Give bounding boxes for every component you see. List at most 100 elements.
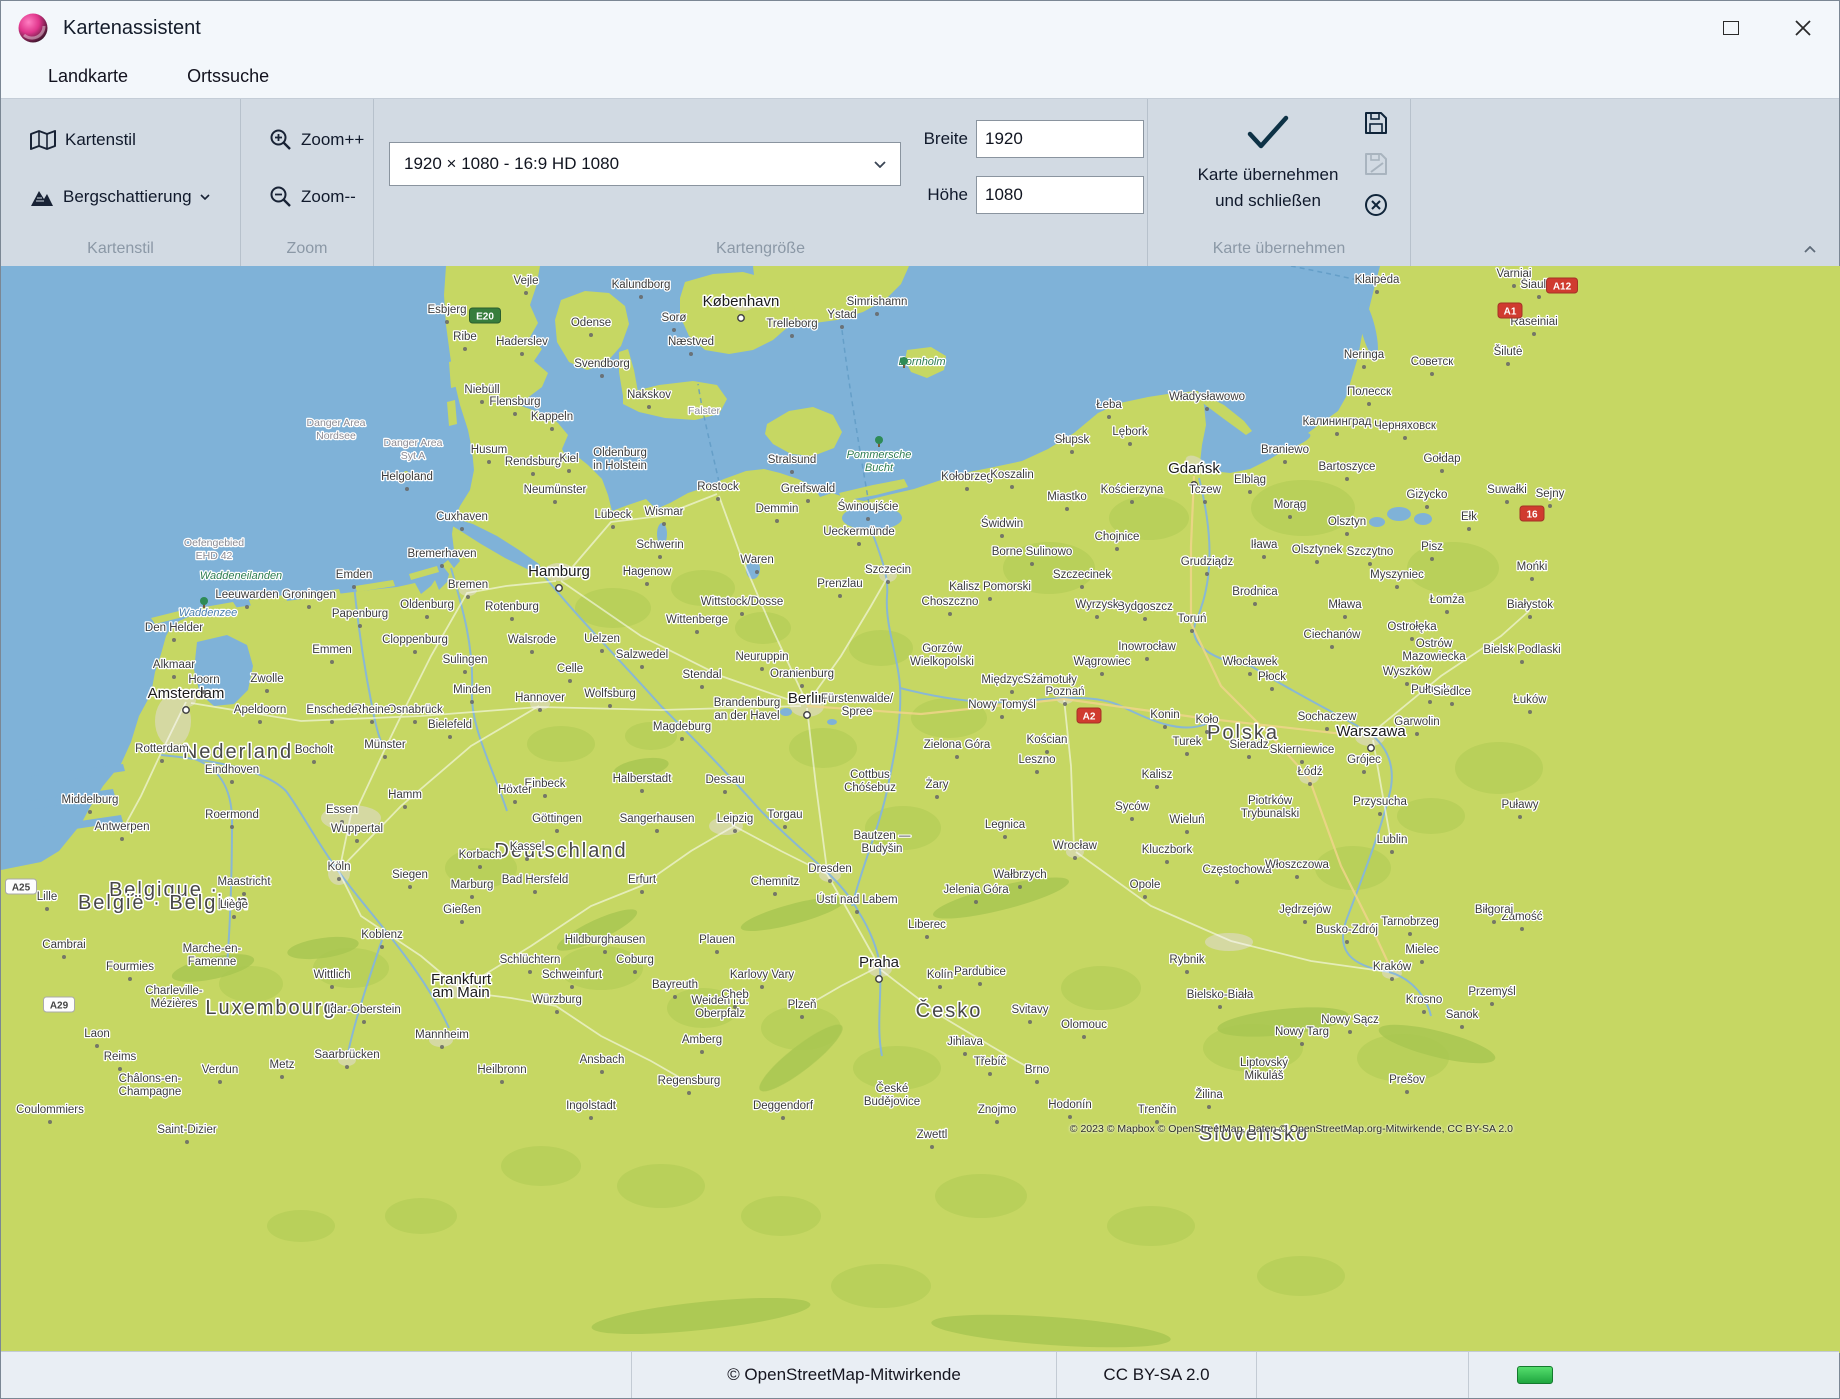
town-dot (1405, 682, 1409, 686)
map-label: Braniewo (1261, 444, 1309, 456)
town-dot (1080, 585, 1084, 589)
town-dot (1190, 629, 1194, 633)
tab-ortssuche[interactable]: Ortssuche (181, 65, 275, 88)
town-dot (172, 675, 176, 679)
town-dot (1063, 702, 1067, 706)
town-dot (48, 1120, 52, 1124)
map-label: Puławy (1501, 799, 1538, 811)
width-input[interactable] (976, 120, 1144, 158)
map-label: Biłgoraj (1475, 904, 1513, 916)
town-dot (1375, 290, 1379, 294)
map-label: Olomouc (1061, 1019, 1107, 1031)
chevron-down-icon (200, 194, 210, 200)
town-dot (857, 542, 861, 546)
town-dot (1408, 932, 1412, 936)
save-as-button[interactable] (1360, 148, 1392, 180)
map-label: Höxter (498, 784, 532, 796)
town-dot (330, 985, 334, 989)
town-dot (1315, 560, 1319, 564)
town-dot (345, 1065, 349, 1069)
map-label: Svitavy (1011, 1004, 1048, 1016)
town-dot (1345, 477, 1349, 481)
map-view[interactable]: DeutschlandPolskaNederlandBelgique ·Belg… (1, 266, 1840, 1353)
map-label: Praha (859, 954, 900, 971)
map-label: Inowrocław (1118, 641, 1176, 653)
town-dot (1430, 557, 1434, 561)
map-label: Mońki (1517, 561, 1548, 573)
town-dot (160, 759, 164, 763)
town-dot (463, 670, 467, 674)
height-input[interactable] (976, 176, 1144, 214)
map-label: Husum (471, 444, 507, 456)
map-label: Eindhoven (205, 764, 259, 776)
map-label: Olsztynek (1292, 544, 1343, 556)
town-dot (1155, 785, 1159, 789)
map-label: Saint-Dizier (157, 1124, 217, 1136)
road-badge-label: E20 (476, 312, 494, 323)
town-dot (470, 700, 474, 704)
zoom-in-button[interactable]: Zoom++ (263, 123, 370, 157)
map-label: Marche-en-Famenne (183, 943, 242, 968)
map-label: Metz (270, 1059, 295, 1071)
town-dot (838, 594, 842, 598)
map-label: Trelleborg (766, 318, 817, 330)
map-label: Brandenburgan der Havel (714, 697, 781, 722)
map-label: Sejny (1536, 488, 1565, 500)
map-label: Saarbrücken (314, 1049, 379, 1061)
town-dot (1035, 1080, 1039, 1084)
map-label: Schweinfurt (542, 969, 603, 981)
map-label: Iława (1251, 539, 1278, 551)
town-dot (500, 1080, 504, 1084)
apply-label: Karte übernehmen und schließen (1198, 162, 1339, 214)
status-attribution: © OpenStreetMap-Mitwirkende (727, 1365, 961, 1385)
save-button[interactable] (1360, 107, 1392, 139)
town-dot (128, 977, 132, 981)
kartenstil-button[interactable]: Kartenstil (23, 123, 142, 157)
bergschattierung-button[interactable]: Bergschattierung (23, 180, 216, 214)
maximize-button[interactable] (1695, 1, 1767, 55)
map-label: Lille (37, 891, 57, 903)
town-dot (1283, 460, 1287, 464)
zoom-in-icon (269, 128, 293, 152)
map-label: Gießen (443, 904, 481, 916)
town-dot (1163, 725, 1167, 729)
title-bar: Kartenassistent (1, 1, 1839, 55)
town-dot (1345, 940, 1349, 944)
road-badge-label: A25 (12, 883, 31, 894)
town-dot (1203, 500, 1207, 504)
town-dot (1362, 365, 1366, 369)
map-label: Liberec (908, 919, 946, 931)
town-dot (470, 895, 474, 899)
town-dot (640, 665, 644, 669)
map-label: Marburg (451, 879, 494, 891)
map-label: Ansbach (580, 1054, 625, 1066)
close-button[interactable] (1767, 1, 1839, 55)
map-label: Gdańsk (1168, 460, 1220, 477)
map-label: Celle (557, 663, 583, 675)
town-dot (1128, 442, 1132, 446)
map-label: Łódź (1298, 766, 1323, 778)
tab-landkarte[interactable]: Landkarte (42, 65, 134, 88)
town-dot (487, 460, 491, 464)
map-label: Nowy Tomyśl (968, 699, 1036, 711)
town-dot (988, 1072, 992, 1076)
town-dot (715, 950, 719, 954)
zoom-out-label: Zoom-- (301, 187, 356, 207)
map-label: Falster (688, 405, 721, 417)
group-caption-uebernehmen: Karte übernehmen (1148, 240, 1410, 258)
ribbon-collapse-button[interactable] (1797, 240, 1823, 258)
group-zoom: Zoom++ Zoom-- Zoom (241, 99, 374, 266)
town-dot (1528, 710, 1532, 714)
map-label: Płock (1258, 671, 1286, 683)
town-dot (1028, 1020, 1032, 1024)
apply-and-close-button[interactable]: Karte übernehmen und schließen (1168, 113, 1368, 243)
zoom-out-button[interactable]: Zoom-- (263, 180, 362, 214)
town-dot (568, 679, 572, 683)
tree-icon (875, 436, 883, 444)
town-dot (658, 555, 662, 559)
town-dot (1422, 1010, 1426, 1014)
map-size-select[interactable]: 1920 × 1080 - 16:9 HD 1080 (389, 142, 901, 186)
cancel-button[interactable] (1360, 189, 1392, 221)
map-label: Trenčín (1138, 1104, 1177, 1116)
town-dot (528, 970, 532, 974)
